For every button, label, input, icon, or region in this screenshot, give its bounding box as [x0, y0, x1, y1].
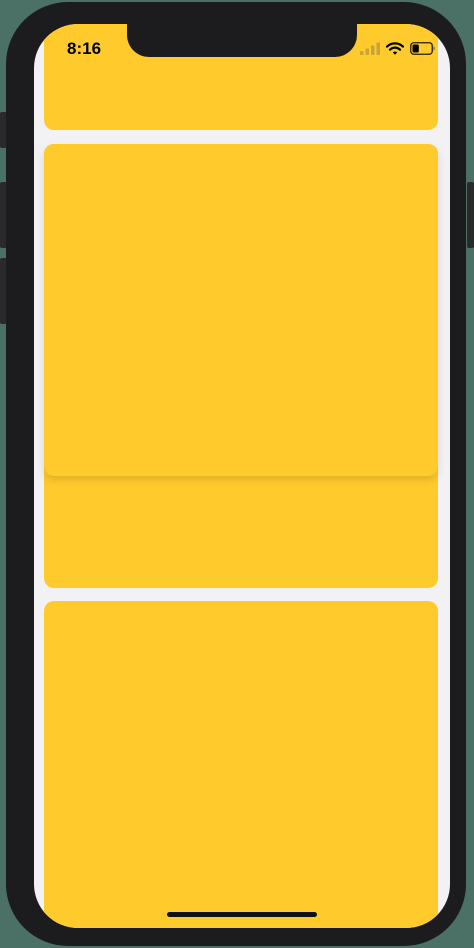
battery-icon	[410, 41, 435, 55]
card-bottom[interactable]	[44, 601, 438, 928]
status-time: 8:16	[67, 39, 102, 58]
card-dragged[interactable]	[44, 144, 438, 476]
cellular-signal-icon	[360, 42, 380, 55]
wifi-icon	[386, 41, 404, 55]
notch	[127, 24, 357, 57]
power-button	[467, 182, 474, 248]
screen: 8:16	[34, 24, 450, 928]
device-frame: 8:16	[6, 2, 466, 946]
status-icons	[360, 41, 436, 55]
home-indicator[interactable]	[167, 912, 317, 917]
